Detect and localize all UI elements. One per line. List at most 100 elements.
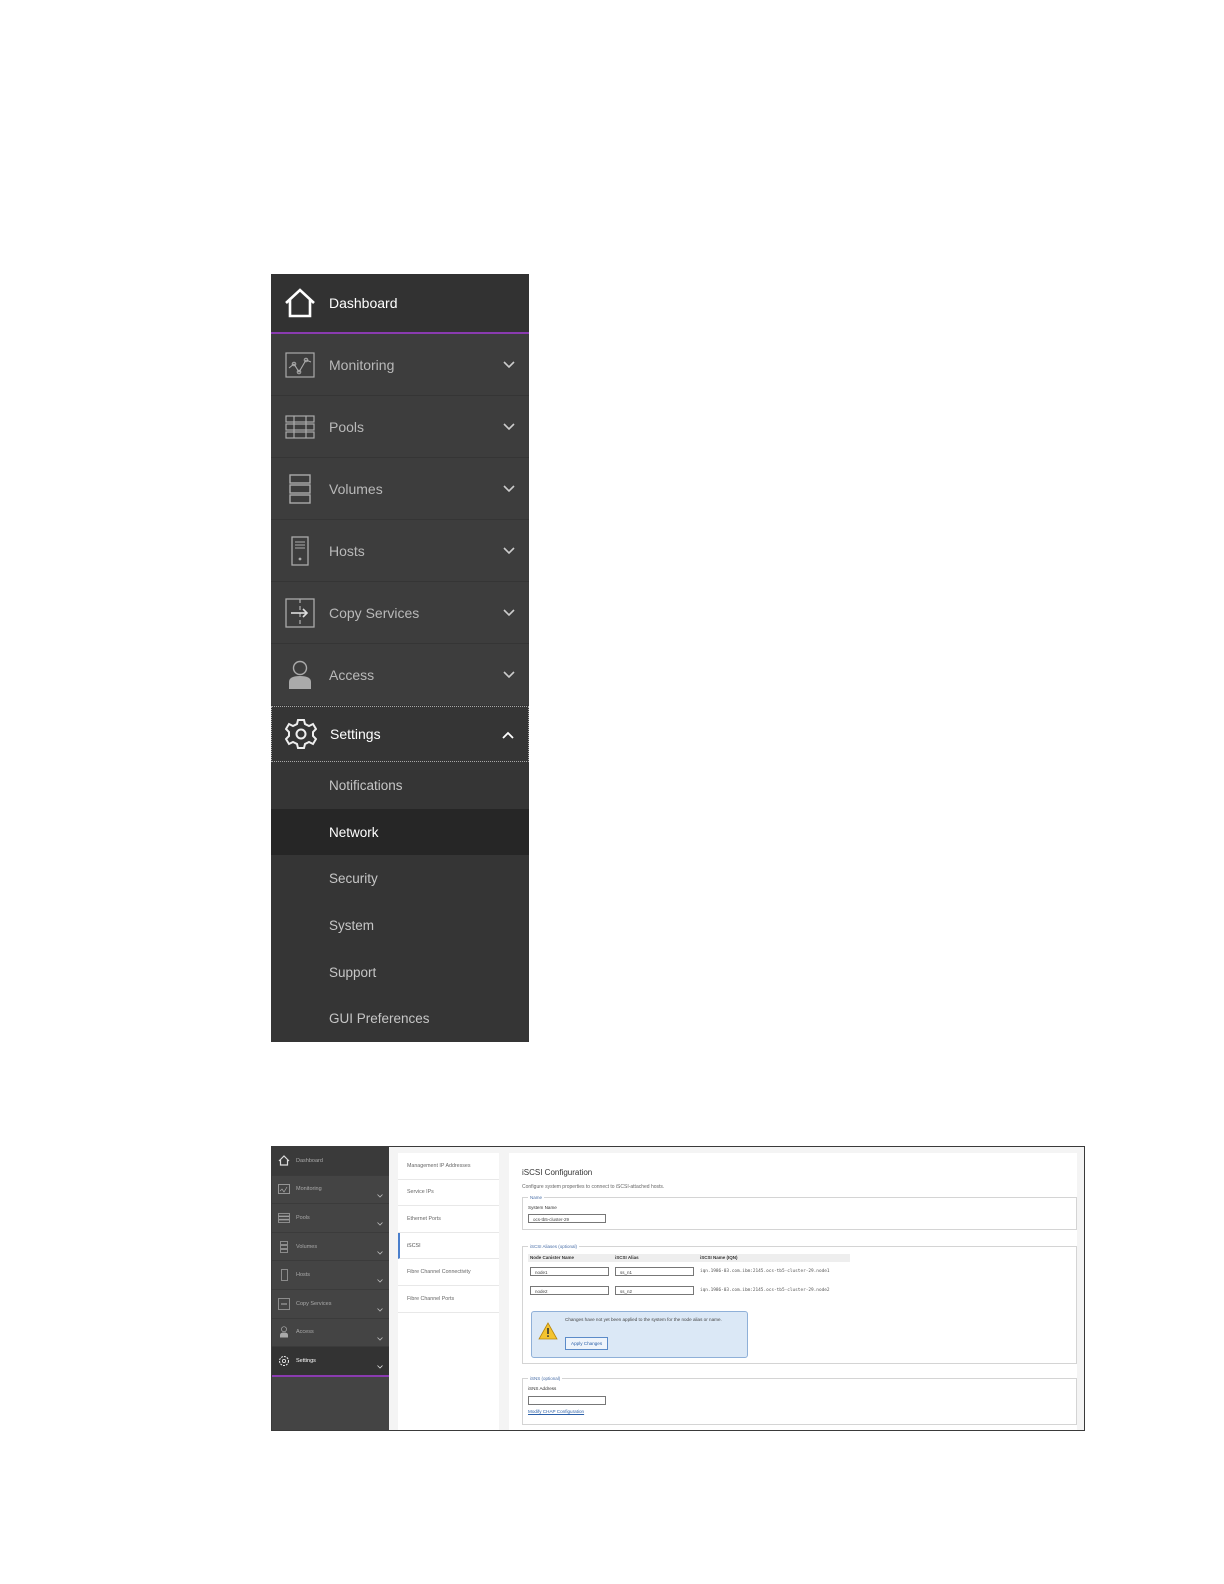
- chevron-down-icon[interactable]: [503, 418, 515, 436]
- volumes-icon: [271, 473, 329, 504]
- iscsi-content: iSCSI Configuration Configure system pro…: [509, 1153, 1077, 1430]
- monitoring-icon: [272, 1184, 296, 1195]
- subnav-service-ips[interactable]: Service IPs: [398, 1180, 499, 1207]
- chevron-down-icon[interactable]: [503, 604, 515, 622]
- chevron-down-icon[interactable]: [503, 666, 515, 684]
- chevron-down-icon[interactable]: [503, 542, 515, 560]
- sub-item-network[interactable]: Network: [271, 808, 529, 856]
- mini-nav-hosts[interactable]: Hosts: [272, 1261, 389, 1290]
- mini-nav-label: Pools: [296, 1214, 310, 1221]
- monitoring-icon: [271, 351, 329, 378]
- node-name-input[interactable]: node1: [530, 1267, 609, 1276]
- sub-item-gui-preferences[interactable]: GUI Preferences: [271, 995, 529, 1043]
- col-iscsi-alias: iSCSI Alias: [615, 1255, 639, 1260]
- isns-address-input[interactable]: [528, 1396, 606, 1405]
- subnav-management-ip[interactable]: Management IP Addresses: [398, 1153, 499, 1180]
- copy-services-icon: [271, 597, 329, 628]
- mini-nav-label: Access: [296, 1329, 314, 1336]
- nav-item-hosts[interactable]: Hosts: [271, 520, 529, 582]
- chevron-down-icon[interactable]: [503, 480, 515, 498]
- mini-nav-label: Volumes: [296, 1243, 318, 1250]
- iqn-value: iqn.1986-03.com.ibm:2145.ocs-tb5-cluster…: [700, 1269, 830, 1274]
- access-icon: [271, 660, 329, 690]
- col-node-canister-name: Node Canister Name: [530, 1255, 575, 1260]
- alias-input[interactable]: ss_n2: [615, 1286, 694, 1295]
- hosts-icon: [271, 535, 329, 566]
- home-icon: [272, 1155, 296, 1166]
- iscsi-screenshot: Dashboard Monitoring Pools Volumes Hosts…: [271, 1146, 1085, 1431]
- mini-nav-access[interactable]: Access: [272, 1319, 389, 1348]
- warning-message: Changes have not yet been applied to the…: [531, 1311, 748, 1358]
- chevron-down-icon[interactable]: [377, 1356, 383, 1374]
- mini-navigation-menu: Dashboard Monitoring Pools Volumes Hosts…: [272, 1147, 389, 1430]
- warning-icon: [538, 1322, 558, 1345]
- sub-item-system[interactable]: System: [271, 902, 529, 949]
- home-icon: [271, 288, 329, 318]
- nav-label-hosts: Hosts: [329, 542, 365, 559]
- access-icon: [272, 1326, 296, 1338]
- nav-item-access[interactable]: Access: [271, 644, 529, 706]
- mini-nav-label: Settings: [296, 1357, 316, 1364]
- chevron-down-icon[interactable]: [377, 1328, 383, 1346]
- chevron-down-icon[interactable]: [377, 1270, 383, 1288]
- chevron-down-icon[interactable]: [377, 1242, 383, 1260]
- nav-item-pools[interactable]: Pools: [271, 396, 529, 458]
- nav-item-monitoring[interactable]: Monitoring: [271, 334, 529, 396]
- chevron-down-icon[interactable]: [503, 356, 515, 374]
- table-header: [528, 1254, 850, 1262]
- nav-label-monitoring: Monitoring: [329, 356, 395, 373]
- system-name-label: System Name: [528, 1205, 557, 1210]
- chevron-down-icon[interactable]: [377, 1299, 383, 1317]
- nav-item-volumes[interactable]: Volumes: [271, 458, 529, 520]
- pools-icon: [272, 1213, 296, 1223]
- copy-services-icon: [272, 1297, 296, 1310]
- mini-nav-label: Hosts: [296, 1272, 311, 1279]
- gear-icon: [272, 718, 330, 750]
- mini-nav-volumes[interactable]: Volumes: [272, 1233, 389, 1262]
- subnav-fc-ports[interactable]: Fibre Channel Ports: [398, 1286, 499, 1313]
- name-legend: Name: [530, 1195, 543, 1200]
- chevron-up-icon[interactable]: [502, 726, 514, 744]
- nav-item-settings[interactable]: Settings: [271, 706, 529, 762]
- mini-nav-label: Copy Services: [296, 1300, 332, 1307]
- aliases-legend: iSCSI Aliases (optional): [530, 1244, 578, 1249]
- modify-chap-link[interactable]: Modify CHAP Configuration: [528, 1409, 584, 1414]
- mini-nav-pools[interactable]: Pools: [272, 1204, 389, 1233]
- nav-label-volumes: Volumes: [329, 480, 383, 497]
- node-name-input[interactable]: node2: [530, 1286, 609, 1295]
- nav-label-access: Access: [329, 666, 375, 683]
- subnav-iscsi[interactable]: iSCSI: [398, 1232, 499, 1260]
- mini-nav-copy-services[interactable]: Copy Services: [272, 1290, 389, 1319]
- nav-item-dashboard[interactable]: Dashboard: [271, 274, 529, 334]
- sub-item-notifications[interactable]: Notifications: [271, 762, 529, 809]
- system-name-input[interactable]: ocs-tb5-cluster-29: [528, 1214, 606, 1223]
- sub-item-security[interactable]: Security: [271, 855, 529, 903]
- nav-item-copy-services[interactable]: Copy Services: [271, 582, 529, 644]
- name-section: Name System Name ocs-tb5-cluster-29: [522, 1195, 1077, 1230]
- mini-nav-label: Monitoring: [296, 1186, 322, 1193]
- subnav-ethernet-ports[interactable]: Ethernet Ports: [398, 1206, 499, 1233]
- nav-label-dashboard: Dashboard: [329, 295, 398, 311]
- gear-icon: [272, 1355, 296, 1367]
- subnav-fc-connectivity[interactable]: Fibre Channel Connectivity: [398, 1259, 499, 1286]
- alias-input[interactable]: ss_n1: [615, 1267, 694, 1276]
- iqn-value: iqn.1986-03.com.ibm:2145.ocs-tb5-cluster…: [700, 1288, 830, 1293]
- col-iscsi-iqn: iSCSI Name (IQN): [700, 1255, 738, 1260]
- mini-nav-monitoring[interactable]: Monitoring: [272, 1176, 389, 1205]
- mini-nav-label: Dashboard: [296, 1157, 323, 1164]
- pools-icon: [271, 414, 329, 440]
- chevron-down-icon[interactable]: [377, 1185, 383, 1203]
- nav-label-pools: Pools: [329, 418, 365, 435]
- nav-label-settings: Settings: [330, 726, 381, 742]
- hosts-icon: [272, 1269, 296, 1282]
- isns-address-label: iSNS Address: [528, 1386, 557, 1391]
- sub-item-support[interactable]: Support: [271, 948, 529, 996]
- network-subnav: Management IP Addresses Service IPs Ethe…: [398, 1153, 499, 1430]
- chevron-down-icon[interactable]: [377, 1213, 383, 1231]
- navigation-menu: Dashboard Monitoring Pools Volumes Hosts: [271, 274, 529, 1043]
- volumes-icon: [272, 1240, 296, 1253]
- mini-nav-dashboard[interactable]: Dashboard: [272, 1147, 389, 1176]
- isns-legend: iSNS (optional): [530, 1376, 561, 1381]
- mini-nav-settings[interactable]: Settings: [272, 1347, 389, 1377]
- apply-changes-button[interactable]: Apply Changes: [565, 1337, 609, 1350]
